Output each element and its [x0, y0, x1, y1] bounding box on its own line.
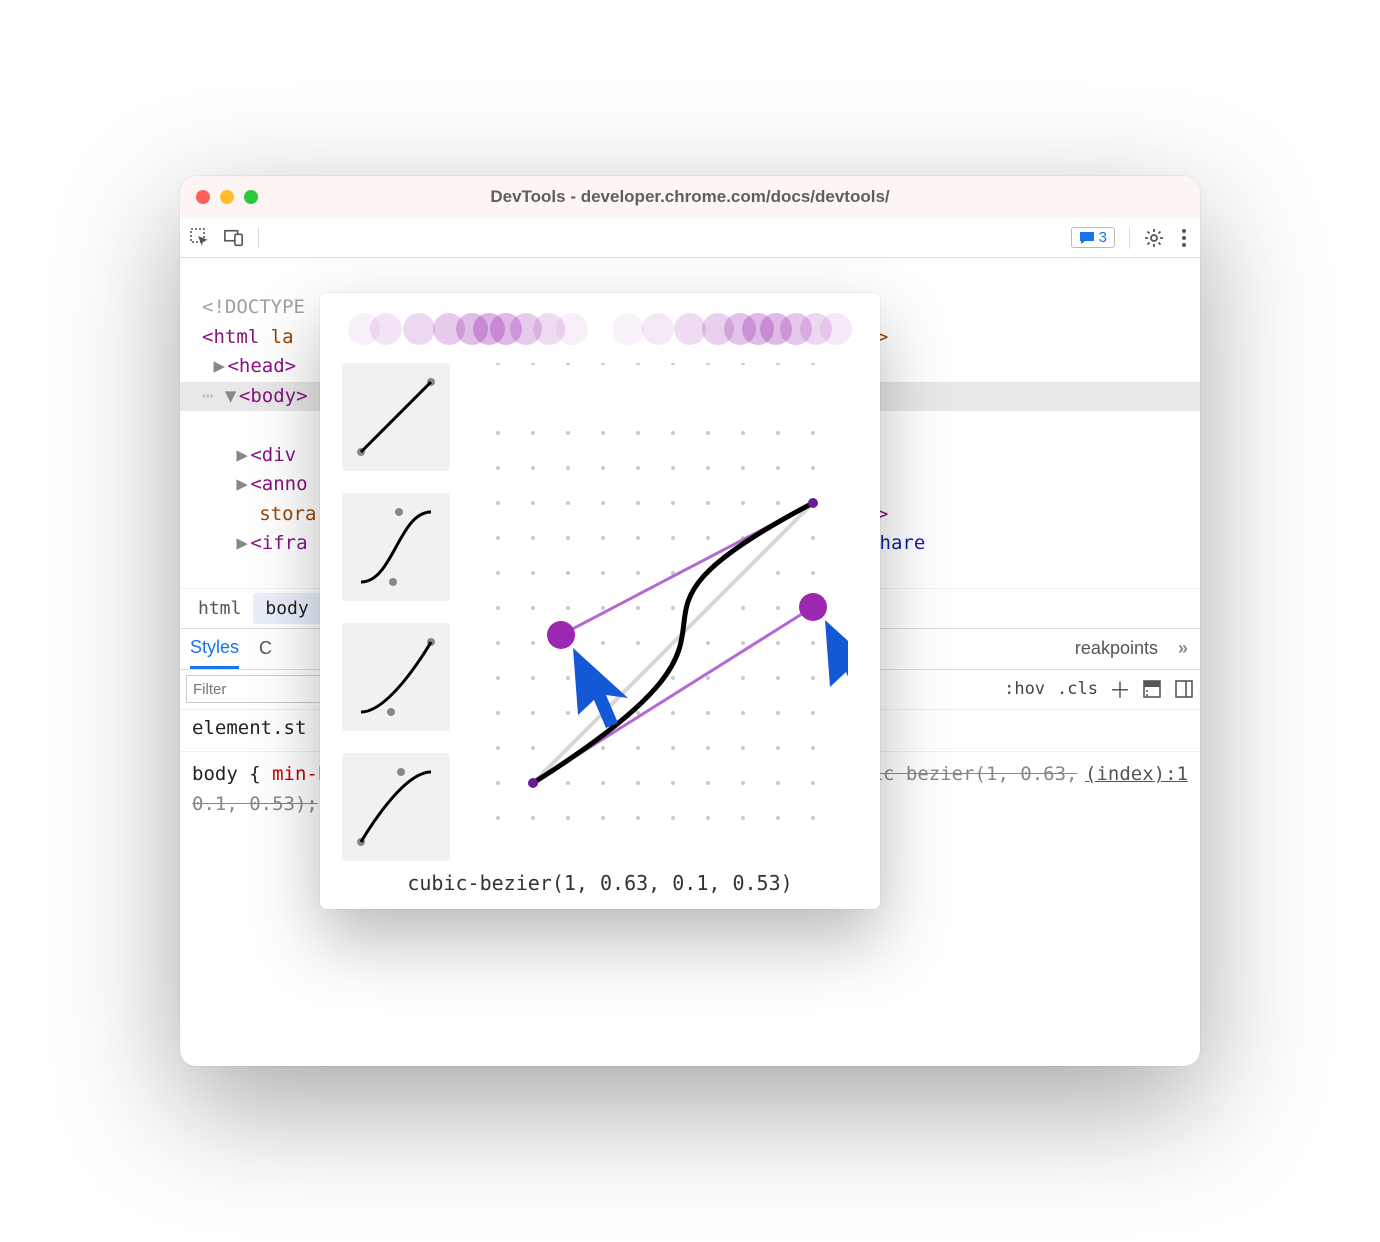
- body-tag[interactable]: <body>: [239, 385, 308, 407]
- html-tag: <html: [202, 326, 259, 348]
- select-element-icon[interactable]: [190, 228, 210, 248]
- preset-ease-out[interactable]: [342, 753, 450, 861]
- crumb-body[interactable]: body: [253, 593, 320, 624]
- main-panel: <!DOCTYPE <html la -dismissed> ▶<head> ⋯…: [180, 258, 1200, 1066]
- hov-toggle[interactable]: :hov: [1004, 679, 1045, 699]
- device-toggle-icon[interactable]: [224, 228, 244, 248]
- cls-toggle[interactable]: .cls: [1057, 679, 1098, 699]
- bezier-preview: [342, 313, 858, 363]
- devtools-window: DevTools - developer.chrome.com/docs/dev…: [180, 176, 1200, 1066]
- more-menu-icon[interactable]: [1178, 229, 1190, 247]
- bezier-curve-editor[interactable]: [478, 363, 858, 861]
- new-style-rule-icon[interactable]: ＋: [1110, 679, 1130, 699]
- tab-breakpoints[interactable]: reakpoints: [1075, 638, 1158, 659]
- toolbar-separator: [258, 227, 259, 249]
- tab-styles[interactable]: Styles: [190, 629, 239, 669]
- bezier-editor-popup: cubic-bezier(1, 0.63, 0.1, 0.53): [320, 293, 880, 909]
- window-title: DevTools - developer.chrome.com/docs/dev…: [180, 187, 1200, 207]
- preset-linear[interactable]: [342, 363, 450, 471]
- tab-computed[interactable]: C: [259, 638, 272, 659]
- bezier-handle-p1[interactable]: [799, 593, 827, 621]
- chat-icon: [1079, 230, 1095, 246]
- toggle-sidebar-icon[interactable]: [1174, 679, 1194, 699]
- preview-track-out: [348, 313, 588, 351]
- element-style-selector: element.st: [192, 717, 306, 739]
- bezier-value-label: cubic-bezier(1, 0.63, 0.1, 0.53): [342, 861, 858, 895]
- feedback-button[interactable]: 3: [1071, 227, 1115, 248]
- more-tabs-icon[interactable]: »: [1178, 638, 1190, 659]
- settings-gear-icon[interactable]: [1144, 228, 1164, 248]
- crumb-html[interactable]: html: [186, 593, 253, 624]
- bezier-handle-p2[interactable]: [547, 621, 575, 649]
- computed-panel-icon[interactable]: [1142, 679, 1162, 699]
- main-toolbar: 3: [180, 218, 1200, 258]
- style-source-link[interactable]: (index):1: [1085, 760, 1188, 789]
- feedback-count: 3: [1099, 229, 1107, 246]
- bezier-presets: [342, 363, 450, 861]
- head-tag[interactable]: <head>: [227, 355, 296, 377]
- cursor-annotation-icon: [825, 620, 848, 700]
- doctype-node: <!DOCTYPE: [202, 296, 305, 318]
- body-selector: body {: [192, 763, 261, 785]
- preview-track-in: [612, 313, 852, 351]
- preset-ease-in[interactable]: [342, 623, 450, 731]
- preset-ease-in-out[interactable]: [342, 493, 450, 601]
- titlebar: DevTools - developer.chrome.com/docs/dev…: [180, 176, 1200, 218]
- toolbar-separator: [1129, 227, 1130, 249]
